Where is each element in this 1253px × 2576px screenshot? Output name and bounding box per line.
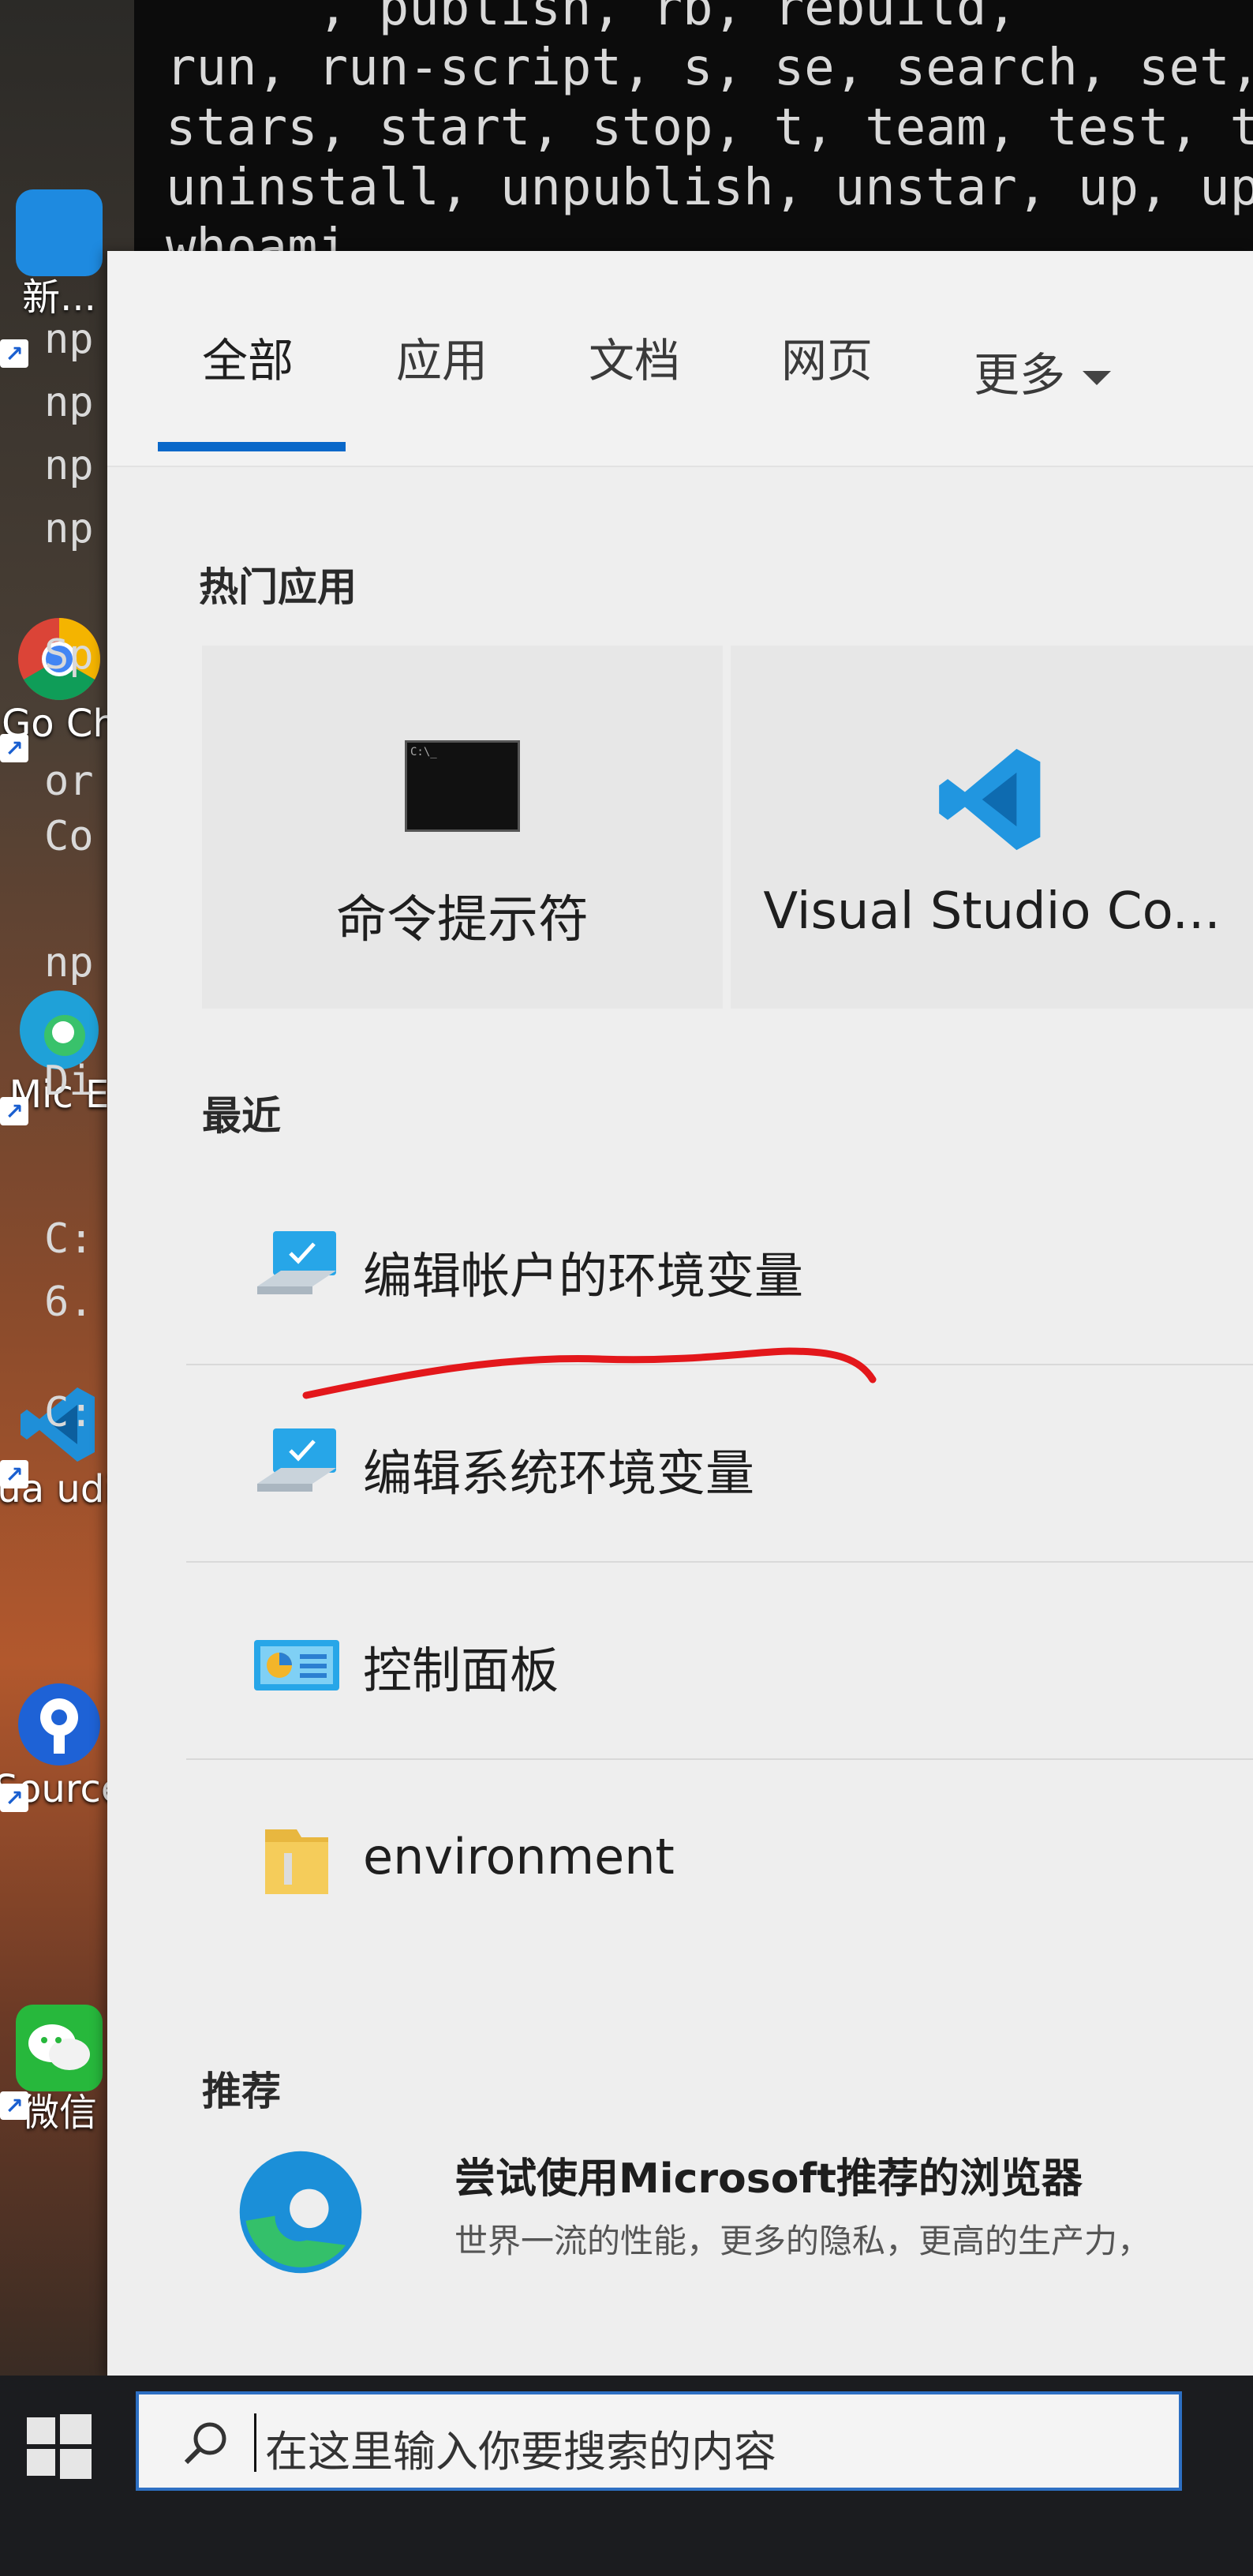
shortcut-arrow-icon: ↗: [0, 1460, 28, 1488]
tab-all[interactable]: 全部: [202, 324, 294, 390]
desktop-icon-sourcetree[interactable]: Source ↗: [0, 1681, 124, 1812]
app-card-command-prompt[interactable]: C:\_ 命令提示符: [202, 646, 723, 1009]
recent-item-label: environment: [363, 1828, 675, 1885]
terminal-fragment: Sp: [44, 631, 94, 679]
terminal-fragment: Di: [44, 1058, 94, 1105]
app-card-label: 命令提示符: [336, 891, 589, 949]
system-settings-icon: [249, 1421, 344, 1515]
desktop-icon-wechat[interactable]: 微信 ↗: [0, 2005, 118, 2134]
active-tab-indicator: [158, 442, 346, 451]
recommend-title-text: 尝试使用Microsoft推荐的浏览器: [454, 2155, 1083, 2203]
recent-item-edit-system-env[interactable]: 编辑系统环境变量: [186, 1364, 1253, 1563]
search-results-panel: 全部 应用 文档 网页 更多 热门应用 C:\_ 命令提示符 Visual St…: [107, 251, 1253, 2377]
search-input-placeholder: 在这里输入你要搜索的内容: [265, 2427, 776, 2477]
terminal-line: stars, start, stop, t, team, test, to: [166, 99, 1253, 157]
tab-more-label: 更多: [974, 348, 1066, 402]
terminal-fragment: or: [44, 758, 94, 805]
folder-icon: [249, 1815, 344, 1910]
terminal-fragment: np: [44, 505, 94, 552]
taskbar-search-box[interactable]: 在这里输入你要搜索的内容: [136, 2391, 1182, 2491]
app-icon: [16, 189, 103, 276]
terminal-line: , publish, rb, rebuild,: [166, 0, 1017, 37]
tab-apps[interactable]: 应用: [396, 324, 488, 390]
tab-more[interactable]: 更多: [974, 338, 1112, 404]
shortcut-arrow-icon: ↗: [0, 734, 28, 762]
terminal-line: run, run-script, s, se, search, set,: [166, 39, 1253, 97]
desktop-icon-label: 新...: [22, 275, 96, 320]
tab-documents[interactable]: 文档: [589, 324, 680, 390]
recent-item-label: 编辑系统环境变量: [363, 1444, 755, 1502]
recommend-subtitle-text: 世界一流的性能，更多的隐私，更高的生产力，: [454, 2222, 1151, 2260]
control-panel-icon: [249, 1618, 344, 1713]
terminal-output: , publish, rb, rebuild, run, run-script, …: [166, 0, 1253, 278]
terminal-line: uninstall, unpublish, unstar, up, upd: [166, 159, 1253, 217]
app-card-label: Visual Studio Co...: [763, 882, 1221, 941]
terminal-fragment: np: [44, 379, 94, 426]
terminal-fragment: C:: [44, 1389, 94, 1436]
terminal-fragment: np: [44, 939, 94, 987]
recent-item-label: 控制面板: [363, 1642, 559, 1699]
app-card-vscode[interactable]: Visual Studio Co...: [731, 646, 1253, 1009]
shortcut-arrow-icon: ↗: [0, 2091, 28, 2120]
terminal-fragment: Co: [44, 813, 94, 860]
terminal-fragment: C:: [44, 1215, 94, 1263]
command-prompt-icon: C:\_: [405, 740, 520, 832]
search-tabs: 全部 应用 文档 网页 更多: [107, 251, 1253, 467]
recent-item-edit-account-env[interactable]: 编辑帐户的环境变量: [186, 1166, 1253, 1365]
chevron-down-icon: [1083, 370, 1112, 385]
taskbar: 在这里输入你要搜索的内容: [0, 2376, 1253, 2576]
desktop-icon-label: 微信: [21, 2091, 97, 2135]
shortcut-arrow-icon: ↗: [0, 1097, 28, 1125]
recent-item-control-panel[interactable]: 控制面板: [186, 1561, 1253, 1760]
sourcetree-icon: [16, 1681, 103, 1768]
tab-web[interactable]: 网页: [781, 324, 873, 390]
system-settings-icon: [249, 1223, 344, 1318]
recent-title: 最近: [202, 1093, 281, 1139]
recommend-item-edge[interactable]: 尝试使用Microsoft推荐的浏览器 世界一流的性能，更多的隐私，更高的生产力…: [186, 2145, 1253, 2334]
top-apps-title: 热门应用: [199, 564, 357, 610]
edge-icon: [234, 2145, 368, 2279]
start-button[interactable]: [24, 2411, 95, 2482]
shortcut-arrow-icon: ↗: [0, 1784, 28, 1812]
terminal-fragment: np: [44, 442, 94, 489]
terminal-fragment: 6.: [44, 1279, 94, 1326]
recommend-title: 推荐: [202, 2069, 281, 2114]
recent-item-label: 编辑帐户的环境变量: [363, 1247, 804, 1305]
recent-item-environment-folder[interactable]: environment: [186, 1758, 1253, 1956]
vscode-icon: [933, 740, 1051, 859]
windows-logo-icon: [27, 2414, 92, 2479]
wechat-icon: [16, 2005, 103, 2091]
text-cursor: [254, 2413, 256, 2472]
desktop-icon-app[interactable]: 新... ↗: [0, 189, 118, 368]
search-icon: [174, 2413, 237, 2477]
terminal-fragment: np: [44, 316, 94, 363]
shortcut-arrow-icon: ↗: [0, 339, 28, 368]
